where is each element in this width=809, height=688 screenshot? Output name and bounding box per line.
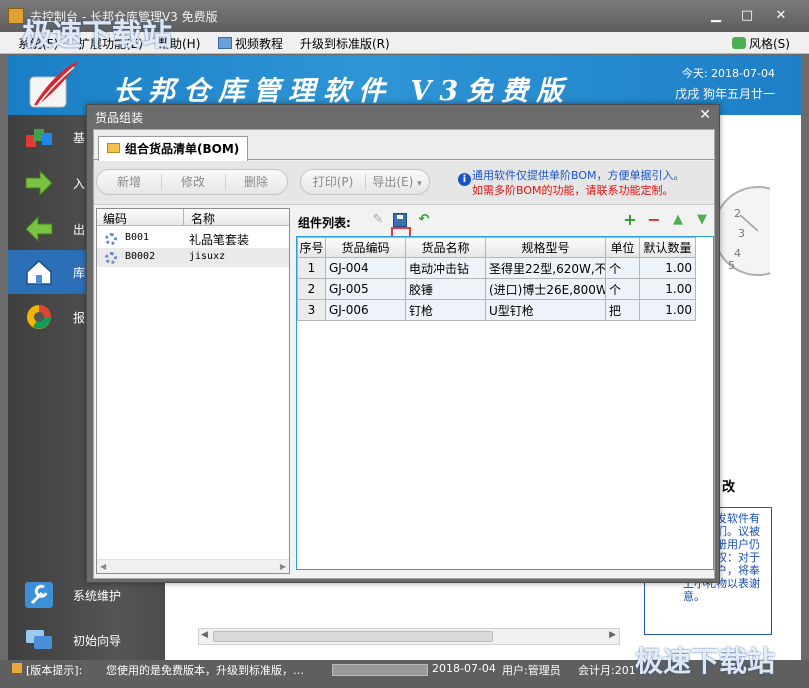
bom-header-name: 名称 bbox=[191, 212, 216, 226]
feather-logo-icon bbox=[29, 61, 78, 108]
cubes-icon bbox=[26, 129, 52, 147]
home-icon bbox=[26, 259, 52, 285]
menu-video-tutorial[interactable]: 视频教程 bbox=[218, 35, 283, 52]
status-period: 会计月:201 bbox=[578, 664, 636, 677]
assembly-dialog: 货品组装 ✕ 组合货品清单(BOM) 新增 修改 删除 打印(P) 导出(E) … bbox=[86, 104, 720, 583]
video-icon bbox=[218, 37, 232, 49]
col-code[interactable]: 货品编码 bbox=[325, 237, 406, 258]
svg-text:3: 3 bbox=[738, 227, 745, 240]
dialog-title: 货品组装 bbox=[95, 111, 144, 125]
add-button[interactable]: 新增 bbox=[97, 170, 161, 194]
menu-upgrade[interactable]: 升级到标准版(R) bbox=[300, 35, 390, 52]
table-header-row: 序号 货品编码 货品名称 规格型号 单位 默认数量 bbox=[297, 237, 696, 258]
today-date: 今天: 2018-07-04 bbox=[681, 67, 775, 80]
minimize-button[interactable]: ▁ bbox=[705, 6, 727, 26]
gear-icon bbox=[105, 233, 117, 245]
notice-title: 改 bbox=[722, 480, 736, 495]
col-unit[interactable]: 单位 bbox=[605, 237, 640, 258]
dialog-close-icon[interactable]: ✕ bbox=[699, 107, 711, 123]
bom-list-scrollbar[interactable]: ◀ ▶ bbox=[97, 559, 289, 573]
status-date: 2018-07-04 bbox=[432, 662, 496, 675]
move-down-icon[interactable]: ▼ bbox=[694, 212, 710, 228]
arrow-right-icon bbox=[25, 169, 53, 197]
maximize-button[interactable]: □ bbox=[736, 6, 758, 26]
dialog-toolbar: 新增 修改 删除 打印(P) 导出(E) ▾ i 通用软件仅提供单阶BOM，方便… bbox=[94, 161, 714, 205]
tab-bom-list[interactable]: 组合货品清单(BOM) bbox=[98, 136, 249, 161]
table-row[interactable]: 3 GJ-006 钉枪 U型钉枪 把 1.00 bbox=[297, 299, 696, 321]
scroll-thumb[interactable] bbox=[213, 631, 493, 642]
components-label: 组件列表: bbox=[298, 216, 351, 230]
col-spec[interactable]: 规格型号 bbox=[485, 237, 606, 258]
nav-item-setup-wizard[interactable]: 初始向导 bbox=[8, 618, 165, 662]
tab-strip: 组合货品清单(BOM) bbox=[94, 130, 714, 161]
move-up-icon[interactable]: ▲ bbox=[670, 212, 686, 228]
add-row-icon[interactable]: + bbox=[622, 212, 638, 228]
chevron-down-icon: ▾ bbox=[417, 179, 422, 189]
pencil-icon[interactable]: ✎ bbox=[370, 212, 386, 228]
edit-button[interactable]: 修改 bbox=[161, 170, 225, 194]
close-window-button[interactable]: ✕ bbox=[770, 6, 792, 26]
menu-style[interactable]: 风格(S) bbox=[732, 35, 790, 52]
gear-icon bbox=[105, 252, 117, 264]
scroll-left-icon[interactable]: ◀ bbox=[201, 630, 208, 640]
undo-icon[interactable]: ↶ bbox=[416, 212, 432, 228]
list-item[interactable]: B0002 jisuxz bbox=[97, 248, 289, 267]
col-seq[interactable]: 序号 bbox=[297, 237, 326, 258]
bom-header-code: 编码 bbox=[103, 212, 128, 226]
brand-title: 长邦仓库管理软件 V3免费版 bbox=[113, 76, 572, 107]
folder-icon bbox=[107, 143, 120, 153]
table-row[interactable]: 1 GJ-004 电动冲击钻 圣得里22型,620W,不 个 1.00 bbox=[297, 257, 696, 279]
wrench-icon bbox=[25, 582, 53, 608]
status-icon bbox=[12, 663, 22, 673]
list-item[interactable]: B001 礼品笔套装 bbox=[97, 229, 289, 248]
bom-list-header: 编码 名称 bbox=[97, 209, 289, 226]
watermark-top: 极速下载站 bbox=[22, 18, 172, 53]
table-row[interactable]: 2 GJ-005 胶锤 (进口)博士26E,800W 个 1.00 bbox=[297, 278, 696, 300]
status-hint-label: [版本提示]: bbox=[26, 664, 83, 677]
svg-text:4: 4 bbox=[734, 247, 741, 260]
scroll-right-icon[interactable]: ▶ bbox=[609, 630, 616, 640]
components-grid: 序号 货品编码 货品名称 规格型号 单位 默认数量 1 GJ-004 电动冲击钻… bbox=[297, 237, 696, 321]
bom-list: 编码 名称 B001 礼品笔套装 B0002 jisuxz ◀ ▶ bbox=[96, 208, 290, 574]
chat-icon bbox=[26, 630, 52, 649]
export-button[interactable]: 导出(E) ▾ bbox=[365, 170, 429, 194]
lunar-date: 戊戌 狗年五月廿一 bbox=[675, 87, 775, 101]
print-button[interactable]: 打印(P) bbox=[301, 170, 365, 194]
edit-button-group: 新增 修改 删除 bbox=[96, 169, 288, 195]
shield-icon bbox=[732, 37, 746, 49]
watermark-bottom: 极速下载站 bbox=[635, 645, 776, 678]
print-button-group: 打印(P) 导出(E) ▾ bbox=[300, 169, 430, 195]
scroll-right-icon[interactable]: ▶ bbox=[280, 562, 286, 571]
info-text-red: 如需多阶BOM的功能，请联系功能定制。 bbox=[472, 184, 674, 197]
info-text-blue: 通用软件仅提供单阶BOM，方便单据引入。 bbox=[472, 169, 685, 182]
pie-chart-icon bbox=[27, 305, 51, 329]
remove-row-icon[interactable]: − bbox=[646, 212, 662, 228]
arrow-left-icon bbox=[25, 215, 53, 243]
col-name[interactable]: 货品名称 bbox=[405, 237, 486, 258]
status-user: 用户:管理员 bbox=[502, 664, 561, 677]
svg-text:2: 2 bbox=[734, 207, 741, 220]
svg-text:5: 5 bbox=[728, 259, 735, 272]
components-table: 序号 货品编码 货品名称 规格型号 单位 默认数量 1 GJ-004 电动冲击钻… bbox=[296, 236, 714, 570]
workspace-horizontal-scrollbar[interactable]: ◀ ▶ bbox=[198, 628, 620, 645]
status-progress bbox=[332, 664, 428, 676]
delete-button[interactable]: 删除 bbox=[225, 170, 287, 194]
save-icon[interactable] bbox=[393, 213, 407, 227]
clock-icon: 2 3 4 5 bbox=[713, 186, 770, 276]
col-qty[interactable]: 默认数量 bbox=[639, 237, 696, 258]
status-message: 您使用的是免费版本，升级到标准版，… bbox=[106, 664, 304, 677]
dialog-body: 组合货品清单(BOM) 新增 修改 删除 打印(P) 导出(E) ▾ i 通用软… bbox=[93, 129, 715, 579]
scroll-left-icon[interactable]: ◀ bbox=[100, 562, 106, 571]
info-icon: i bbox=[458, 173, 471, 186]
